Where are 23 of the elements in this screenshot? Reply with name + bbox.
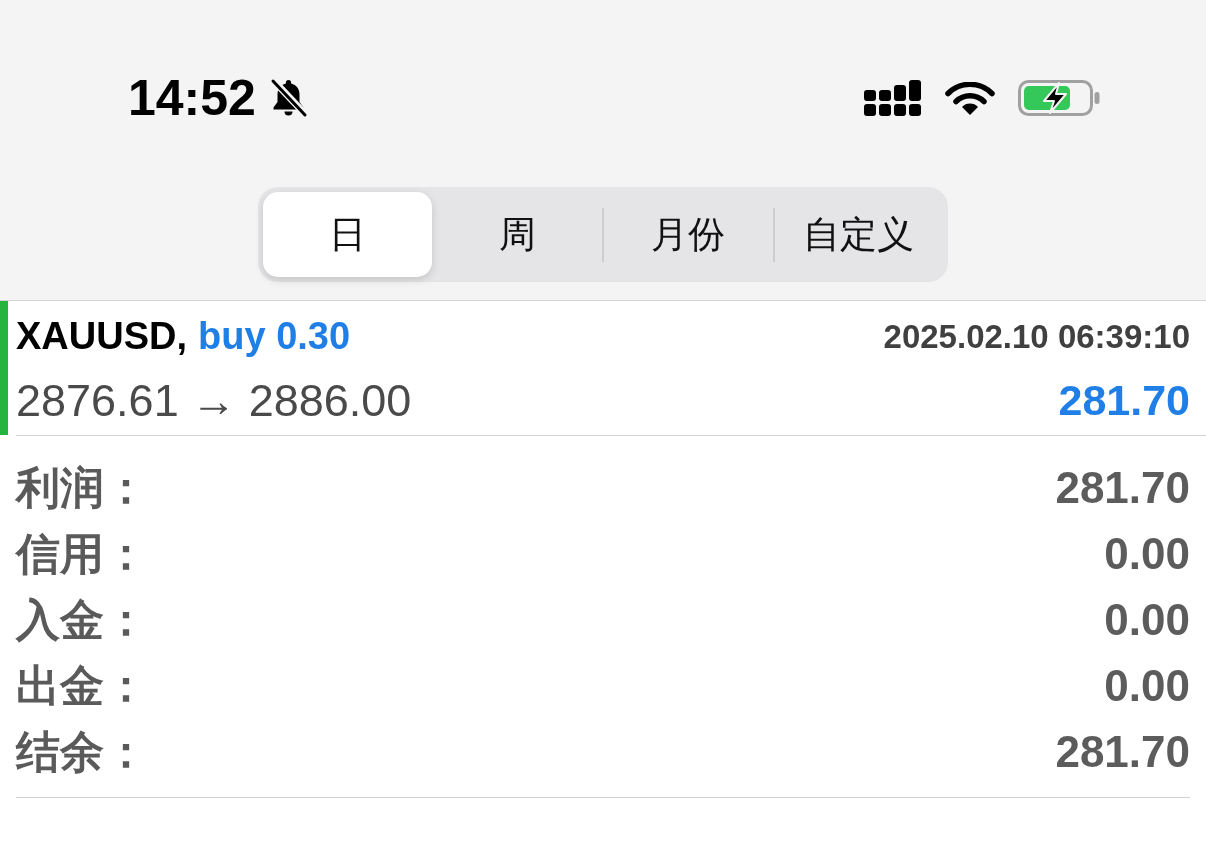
summary-value: 281.70 — [1055, 466, 1190, 510]
summary-value: 0.00 — [1104, 598, 1190, 642]
period-tab[interactable]: 自定义 — [774, 192, 943, 277]
deal-order: buy 0.30 — [198, 317, 351, 355]
period-tab[interactable]: 日 — [263, 192, 432, 277]
period-tab[interactable]: 周 — [433, 192, 602, 277]
summary-value: 0.00 — [1104, 532, 1190, 576]
wifi-icon — [945, 81, 995, 115]
summary-value: 0.00 — [1104, 664, 1190, 708]
summary-label: 出金： — [16, 664, 148, 708]
deal-prices: 2876.61 → 2886.00 — [16, 377, 412, 423]
deal-symbol: XAUUSD, — [16, 317, 188, 355]
deal-profit: 281.70 — [1058, 378, 1190, 422]
battery-charging-icon — [1018, 80, 1100, 116]
signal-icon — [864, 80, 922, 116]
period-tab[interactable]: 月份 — [604, 192, 773, 277]
summary-value: 281.70 — [1055, 730, 1190, 774]
summary-label: 入金： — [16, 598, 148, 642]
summary-label: 信用： — [16, 532, 148, 576]
status-time: 14:52 — [128, 73, 256, 123]
summary-label: 利润： — [16, 466, 148, 510]
summary-label: 结余： — [16, 730, 148, 774]
deal-time: 2025.02.10 06:39:10 — [883, 319, 1190, 353]
